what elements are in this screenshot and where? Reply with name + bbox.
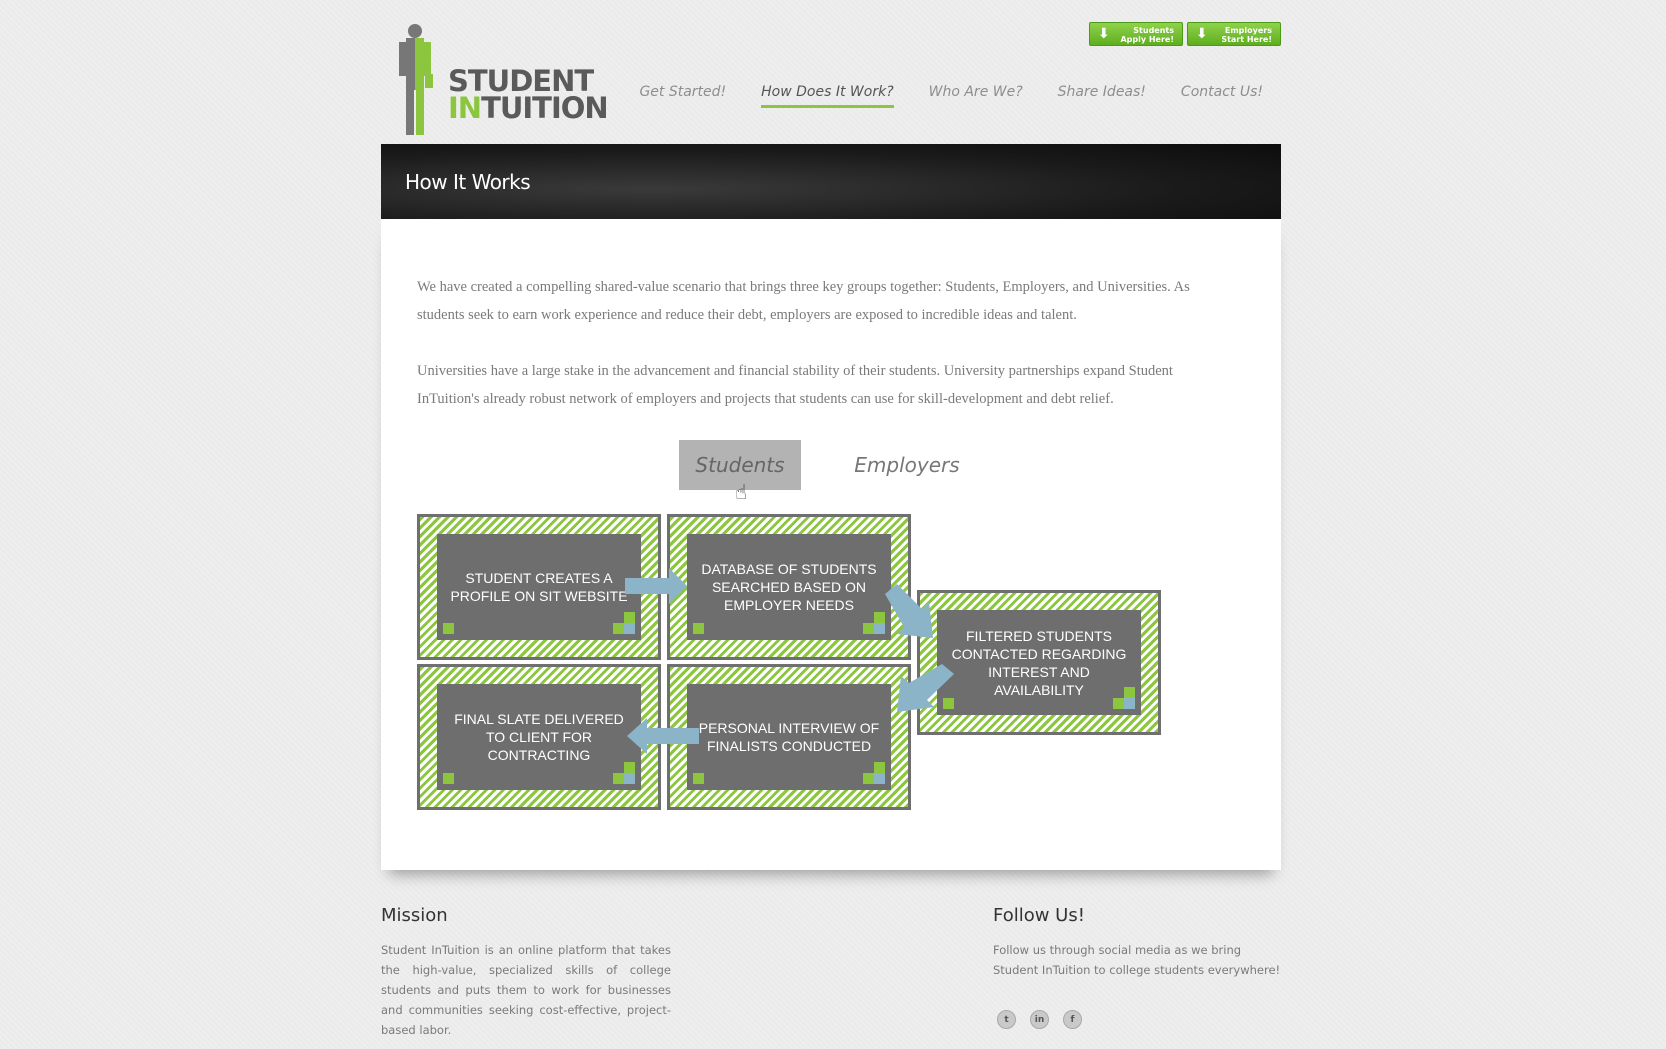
content-panel: We have created a compelling shared-valu… [381,219,1281,870]
square-decor-icon [624,612,635,623]
twitter-icon[interactable]: t [997,1010,1016,1029]
facebook-icon[interactable]: f [1063,1010,1082,1029]
students-apply-button[interactable]: ⬇ Students Apply Here! [1089,22,1183,46]
flow-step-2-text: DATABASE OF STUDENTS SEARCHED BASED ON E… [701,561,877,613]
square-decor-icon [874,762,885,773]
logo-line2: INTUITION [448,94,609,123]
square-decor-icon [693,623,704,634]
logo-figure-icon [399,24,433,135]
flow-step-3-text: FILTERED STUDENTS CONTACTED REGARDING IN… [951,627,1127,698]
mission-title: Mission [381,905,448,926]
intro-paragraph-1: We have created a compelling shared-valu… [417,279,1190,323]
square-decor-icon [1124,687,1135,698]
flow-step-2: DATABASE OF STUDENTS SEARCHED BASED ON E… [667,514,911,660]
logo-line2-prefix: IN [448,91,482,125]
apply-buttons: ⬇ Students Apply Here! ⬇ Employers Start H… [1089,22,1281,46]
flow-step-1: STUDENT CREATES A PROFILE ON SIT WEBSITE [417,514,661,660]
social-links: t in f [997,1010,1082,1029]
tab-employers[interactable]: Employers [847,440,967,490]
flow-step-4-panel: PERSONAL INTERVIEW OF FINALISTS CONDUCTE… [687,684,891,790]
follow-text: Follow us through social media as we bri… [993,943,1281,977]
flow-step-5-panel: FINAL SLATE DELIVERED TO CLIENT FOR CONT… [437,684,641,790]
down-arrow-icon: ⬇ [1098,26,1110,42]
linkedin-icon[interactable]: in [1030,1010,1049,1029]
site-logo[interactable]: STUDENT INTUITION [397,22,609,137]
square-decor-icon [1113,698,1124,709]
square-decor-icon [624,762,635,773]
square-decor-icon [863,623,874,634]
nav-get-started[interactable]: Get Started! [639,84,726,108]
nav-share-ideas[interactable]: Share Ideas! [1058,84,1146,108]
flow-step-4-text: PERSONAL INTERVIEW OF FINALISTS CONDUCTE… [698,720,880,754]
square-decor-icon [613,623,624,634]
square-decor-icon [443,623,454,634]
mission-text: Student InTuition is an online platform … [381,943,671,1037]
nav-how-does-it-work[interactable]: How Does It Work? [761,84,895,108]
page-banner: How It Works [381,144,1281,219]
footer-mission: Mission Student InTuition is an online p… [381,905,671,1040]
nav-who-are-we[interactable]: Who Are We? [929,84,1023,108]
square-decor-icon [624,623,635,634]
students-apply-line2: Apply Here! [1120,35,1174,44]
employers-start-line1: Employers [1224,26,1272,35]
flow-step-5-text: FINAL SLATE DELIVERED TO CLIENT FOR CONT… [454,711,624,763]
page-title: How It Works [405,170,531,194]
footer-follow: Follow Us! Follow us through social medi… [993,905,1283,980]
logo-wordmark: STUDENT INTUITION [448,67,609,123]
square-decor-icon [874,623,885,634]
flow-step-3-panel: FILTERED STUDENTS CONTACTED REGARDING IN… [937,610,1141,715]
square-decor-icon [613,773,624,784]
square-decor-icon [874,612,885,623]
square-decor-icon [443,773,454,784]
square-decor-icon [943,698,954,709]
flow-step-4: PERSONAL INTERVIEW OF FINALISTS CONDUCTE… [667,664,911,810]
flow-step-3: FILTERED STUDENTS CONTACTED REGARDING IN… [917,590,1161,735]
process-flow: STUDENT CREATES A PROFILE ON SIT WEBSITE… [417,514,1167,814]
square-decor-icon [693,773,704,784]
employers-start-label: Employers Start Here! [1221,26,1272,44]
flow-step-2-panel: DATABASE OF STUDENTS SEARCHED BASED ON E… [687,534,891,640]
employers-start-line2: Start Here! [1221,35,1272,44]
intro-paragraph-2: Universities have a large stake in the a… [417,363,1173,407]
flow-step-5: FINAL SLATE DELIVERED TO CLIENT FOR CONT… [417,664,661,810]
logo-line2-suffix: TUITION [481,91,609,125]
students-apply-label: Students Apply Here! [1120,26,1174,44]
follow-title: Follow Us! [993,905,1085,926]
down-arrow-icon: ⬇ [1196,26,1208,42]
hand-cursor-icon: ☝ [735,480,748,504]
flow-step-1-panel: STUDENT CREATES A PROFILE ON SIT WEBSITE [437,534,641,640]
students-apply-line1: Students [1133,26,1174,35]
square-decor-icon [863,773,874,784]
main-nav: Get Started! How Does It Work? Who Are W… [604,84,1263,108]
square-decor-icon [1124,698,1135,709]
square-decor-icon [874,773,885,784]
nav-contact-us[interactable]: Contact Us! [1181,84,1263,108]
flow-step-1-text: STUDENT CREATES A PROFILE ON SIT WEBSITE [450,570,628,604]
employers-start-button[interactable]: ⬇ Employers Start Here! [1187,22,1281,46]
square-decor-icon [624,773,635,784]
